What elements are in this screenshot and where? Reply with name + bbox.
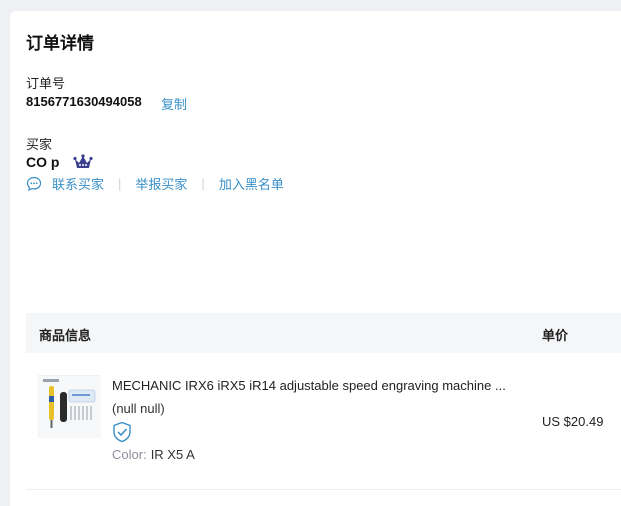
chat-icon[interactable] <box>26 176 42 192</box>
header-unit-price: 单价 <box>542 328 569 343</box>
report-buyer-link[interactable]: 举报买家 <box>135 174 187 193</box>
order-number: 8156771630494058 <box>26 94 142 109</box>
table-row: MECHANIC IRX6 iRX5 iR14 adjustable speed… <box>26 353 621 490</box>
divider: | <box>201 176 205 191</box>
product-thumbnail[interactable] <box>38 375 101 438</box>
shield-check-icon <box>112 421 132 443</box>
buyer-name-row: CO p <box>26 154 94 170</box>
buyer-label: 买家 <box>26 137 53 152</box>
buyer-name: CO p <box>26 154 60 170</box>
product-table-header: 商品信息 单价 <box>26 313 621 353</box>
order-detail-panel: 订单详情 订单号 8156771630494058 复制 买家 CO p 联系买… <box>10 11 621 506</box>
product-title[interactable]: MECHANIC IRX6 iRX5 iR14 adjustable speed… <box>112 378 512 393</box>
attribute-value: IR X5 A <box>150 447 195 462</box>
crown-icon <box>73 154 94 170</box>
order-number-label: 订单号 <box>26 76 66 91</box>
contact-buyer-link[interactable]: 联系买家 <box>52 174 104 193</box>
unit-price: US $20.49 <box>542 414 604 429</box>
divider: | <box>118 176 122 191</box>
copy-button[interactable]: 复制 <box>161 94 187 113</box>
attribute-key: Color: <box>112 447 147 462</box>
header-product-info: 商品信息 <box>39 328 92 343</box>
product-subtitle: (null null) <box>112 401 165 416</box>
blacklist-buyer-link[interactable]: 加入黑名单 <box>219 174 284 193</box>
product-attribute: Color: IR X5 A <box>112 447 195 462</box>
buyer-actions: 联系买家 | 举报买家 | 加入黑名单 <box>26 174 284 193</box>
page-title: 订单详情 <box>26 34 94 53</box>
